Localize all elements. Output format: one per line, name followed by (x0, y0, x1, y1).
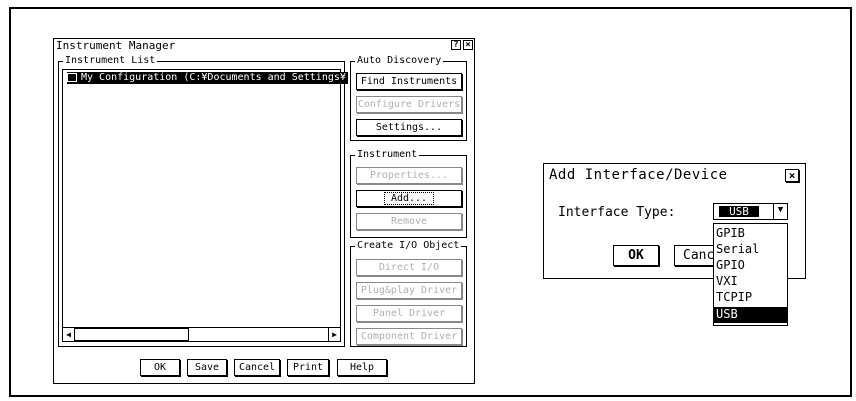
frame-right-shadow (850, 7, 852, 397)
panel-driver-button[interactable]: Panel Driver (356, 305, 462, 322)
horizontal-scrollbar[interactable]: ◀ ▶ (62, 327, 341, 342)
list-item[interactable]: My Configuration (C:¥Documents and Setti… (67, 72, 348, 84)
dropdown-option-vxi[interactable]: VXI (714, 274, 787, 289)
dialog-ok-label: OK (628, 248, 644, 263)
instrument-list-label: Instrument List (63, 55, 158, 67)
dropdown-option-serial[interactable]: Serial (714, 242, 787, 257)
settings-button[interactable]: Settings... (356, 119, 462, 136)
help-button[interactable]: Help (337, 359, 387, 376)
instrument-group: Instrument Properties... Add... Remove (350, 149, 467, 238)
instrument-list-box[interactable]: My Configuration (C:¥Documents and Setti… (62, 69, 348, 329)
window-title: Instrument Manager (56, 39, 176, 52)
auto-discovery-group: Auto Discovery Find Instruments Configur… (350, 55, 467, 141)
remove-button[interactable]: Remove (356, 213, 462, 230)
dialog-title: Add Interface/Device (549, 167, 728, 183)
find-instruments-button[interactable]: Find Instruments (356, 73, 462, 90)
dropdown-option-gpib[interactable]: GPIB (714, 226, 787, 241)
dialog-close-button[interactable]: × (785, 169, 799, 182)
plugplay-driver-button[interactable]: Plug&play Driver (356, 282, 462, 299)
scroll-right-arrow[interactable]: ▶ (328, 328, 340, 341)
scroll-thumb[interactable] (74, 328, 189, 341)
save-button[interactable]: Save (187, 359, 227, 376)
instrument-label: Instrument (355, 149, 420, 161)
auto-discovery-label: Auto Discovery (355, 55, 444, 67)
properties-button[interactable]: Properties... (356, 167, 462, 184)
dialog-cancel-label: Canc (683, 248, 715, 263)
add-button[interactable]: Add... (356, 190, 462, 207)
computer-icon (67, 72, 77, 82)
combo-selected-value: USB (719, 206, 759, 217)
create-io-label: Create I/O Object (355, 240, 462, 252)
close-title-button[interactable]: × (463, 40, 473, 50)
chevron-down-icon[interactable]: ▼ (773, 204, 787, 219)
interface-type-dropdown[interactable]: GPIB Serial GPIO VXI TCPIP USB (713, 223, 788, 326)
dropdown-option-usb[interactable]: USB (714, 307, 787, 323)
print-button[interactable]: Print (287, 359, 329, 376)
interface-type-combo[interactable]: USB ▼ (713, 203, 788, 220)
dialog-ok-button[interactable]: OK (613, 245, 659, 266)
component-driver-button[interactable]: Component Driver (356, 328, 462, 345)
add-button-label: Add... (383, 192, 435, 205)
cancel-button[interactable]: Cancel (234, 359, 280, 376)
configure-drivers-button[interactable]: Configure Drivers (356, 96, 462, 113)
instrument-manager-window: Instrument Manager ? × Instrument List M… (53, 38, 475, 384)
title-bar: Instrument Manager (54, 39, 474, 52)
create-io-object-group: Create I/O Object Direct I/O Plug&play D… (350, 240, 467, 347)
help-title-button[interactable]: ? (451, 40, 461, 50)
list-item-label: My Configuration (C:¥Documents and Setti… (81, 72, 346, 83)
interface-type-label: Interface Type: (558, 205, 676, 220)
direct-io-button[interactable]: Direct I/O (356, 259, 462, 276)
dropdown-option-tcpip[interactable]: TCPIP (714, 290, 787, 305)
instrument-list-group: Instrument List My Configuration (C:¥Doc… (58, 55, 348, 347)
ok-button[interactable]: OK (140, 359, 180, 376)
dropdown-option-gpio[interactable]: GPIO (714, 258, 787, 273)
frame-bottom-shadow (9, 395, 852, 397)
